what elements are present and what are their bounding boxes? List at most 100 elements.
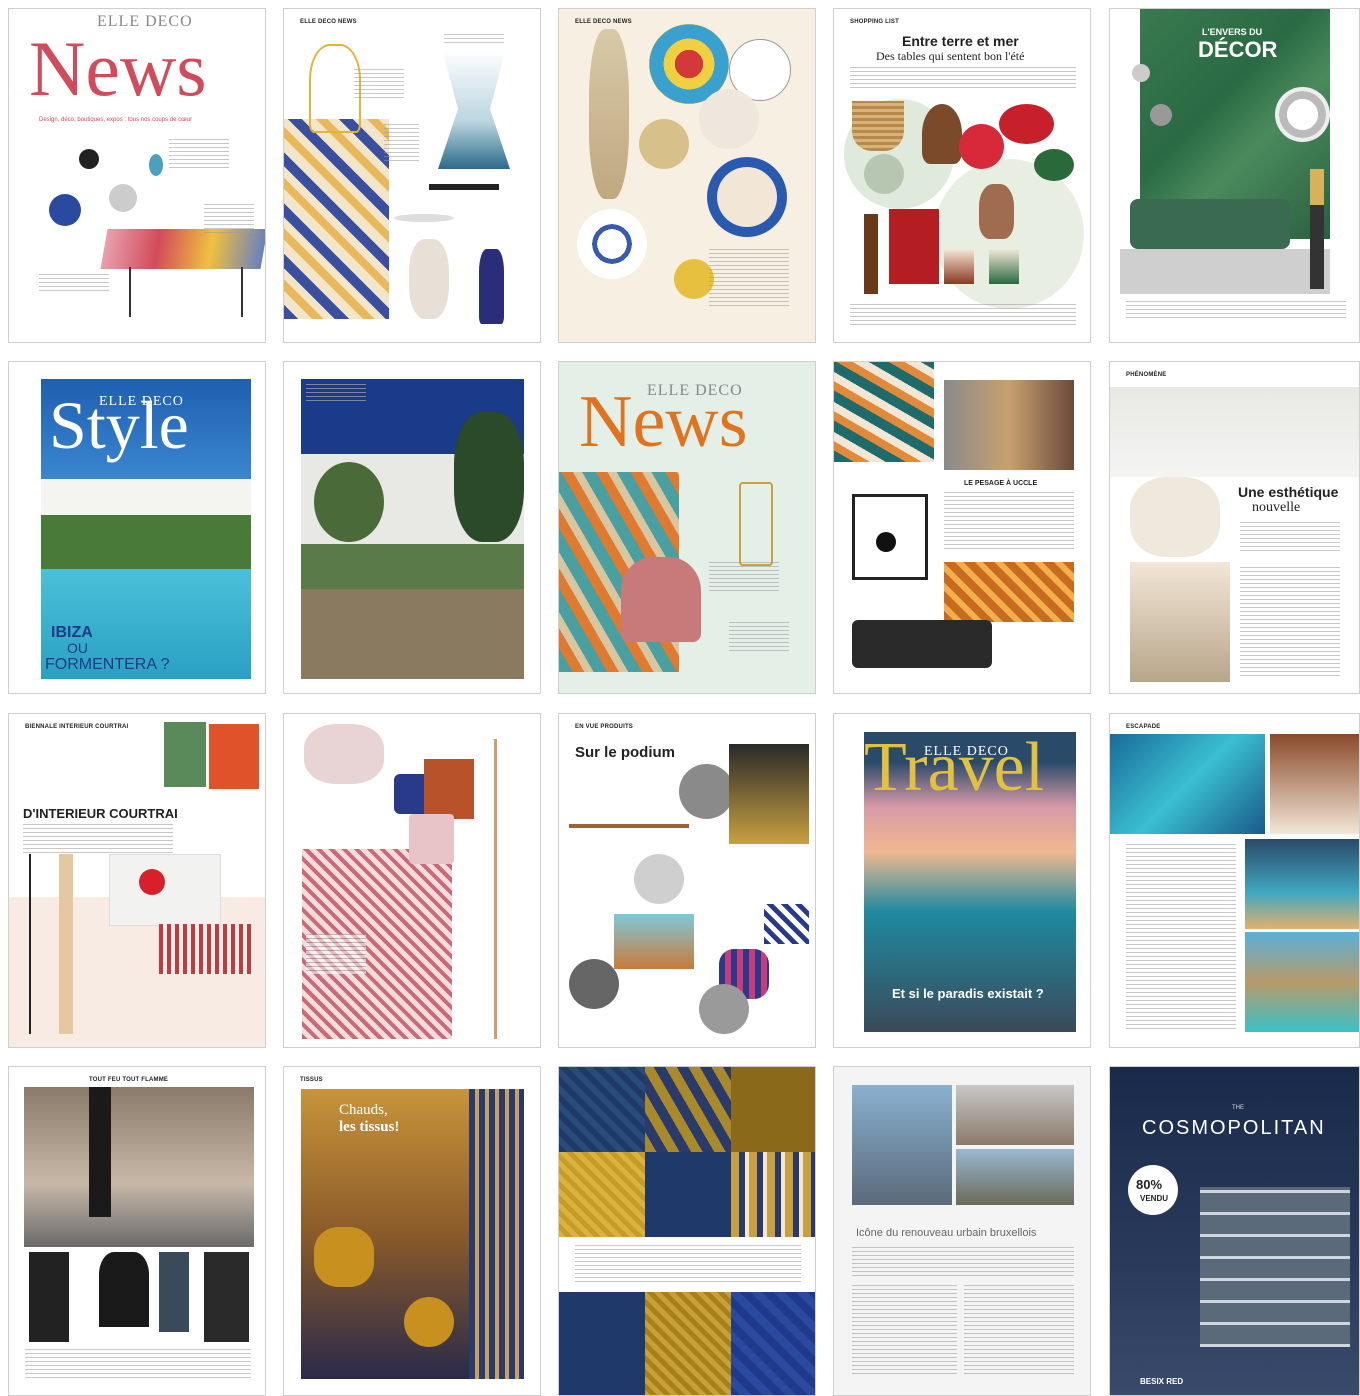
page-title: DÉCOR [1198,37,1278,62]
page-thumbnail-travel-cover[interactable]: ELLE DECO Travel Et si le paradis exista… [833,713,1091,1048]
text-block [25,1349,251,1379]
text-block [1240,567,1340,677]
glass-image [944,249,974,284]
text-block [852,1285,957,1375]
vase-image [479,249,504,324]
text-block [1126,844,1236,1029]
pendant-lamp-image [49,194,81,226]
plate-image [674,259,714,299]
page-thumbnail-envers-du-decor[interactable]: L'ENVERS DU DÉCOR [1109,8,1360,343]
stove-image [204,1252,249,1342]
page-title: Chauds, [339,1102,388,1118]
section-label: ELLE DECO NEWS [575,19,632,25]
section-label: TISSUS [300,1077,323,1083]
page-thumbnail-style-cover[interactable]: ELLE DECO Style IBIZA OU FORMENTERA ? [8,361,266,694]
page-thumbnail-icone-urbain[interactable]: Icône du renouveau urbain bruxellois [833,1066,1091,1396]
view-photo [956,1149,1074,1205]
box-image [424,759,474,819]
glass-image [989,249,1019,284]
page-thumbnail-news-3[interactable]: ELLE DECO NEWS [558,8,816,343]
page-title: News [579,381,748,463]
page-thumbnail-biennale[interactable]: BIENNALE INTERIEUR COURTRAI D'INTERIEUR … [8,713,266,1048]
text-block [709,562,779,592]
cover-line-3: FORMENTERA ? [45,656,170,673]
bedroom-photo [1270,734,1359,834]
designer-portrait [569,959,619,1009]
vase-image [979,184,1014,239]
page-thumbnail-fabric-swatches[interactable] [558,1066,816,1396]
floor-lamp-image [494,739,497,1039]
page-title: Sur le podium [575,744,676,761]
villa-photo [1245,932,1359,1032]
armchair-image [1130,477,1220,557]
page-title: Travel [864,729,1045,806]
wallpaper-image [834,362,934,462]
page-thumbnail-news-2[interactable]: ELLE DECO NEWS [283,8,541,343]
swatch-gold-lattice [559,1152,645,1237]
stool-image [409,814,454,864]
section-label: ELLE DECO NEWS [300,19,357,25]
page-thumbnail-pink-objects[interactable] [283,713,541,1048]
page-title: COSMOPOLITAN [1142,1117,1326,1139]
page-thumbnail-tissus[interactable]: TISSUS Chauds, les tissus! [283,1066,541,1396]
page-thumbnail-pesage[interactable]: LE PESAGE À UCCLE [833,361,1091,694]
portrait-painting [164,722,206,787]
living-room-photo [24,1087,254,1247]
page-title: D'INTERIEUR COURTRAI [23,806,178,821]
tomato-bowl-image [999,104,1054,144]
lighting-photo [1130,562,1230,682]
footer-brand: BESIX RED [1140,1377,1184,1386]
swatch-hexagon [731,1152,815,1237]
vase-image [409,239,449,319]
red-dot [139,869,165,895]
text-block [306,934,366,974]
sculpture-image [589,29,629,199]
page-thumbnail-podium[interactable]: EN VUE PRODUITS Sur le podium [558,713,816,1048]
pendant-lamp-image [1150,104,1172,126]
pouf-image [404,1297,454,1347]
pattern-image [764,904,809,944]
lamp-shade-image [876,532,896,552]
page-title-2: nouvelle [1252,500,1301,515]
section-label: TOUT FEU TOUT FLAMME [89,1077,169,1083]
text-block [204,204,254,234]
armchair-image [621,557,701,642]
page-title-2: les tissus! [339,1119,400,1135]
designer-portrait [679,764,734,819]
page-thumbnail-villa-photo[interactable] [283,361,541,694]
pendant-lamp-image [1132,64,1150,82]
orange-painting [209,724,259,789]
tree-image [454,412,524,542]
floor-lamp-image [1310,169,1324,289]
page-thumbnail-cosmopolitan-ad[interactable]: THE COSMOPOLITAN 80% VENDU BESIX RED [1109,1066,1360,1396]
pendant-lamp-image [109,184,137,212]
page-thumbnail-shopping-list[interactable]: SHOPPING LIST Entre terre et mer Des tab… [833,8,1091,343]
section-label: EN VUE PRODUITS [575,724,634,730]
page-thumbnail-news-4[interactable]: ELLE DECO News [558,361,816,694]
swatch-navy-bottom [559,1292,645,1395]
text-block [354,69,404,99]
designer-portrait [699,984,749,1034]
mirror-image [1275,87,1330,142]
page-subtitle: Des tables qui sentent bon l'été [876,49,1025,63]
pendant-lamp-image [79,149,99,169]
cutting-board-image [922,104,962,164]
swatch-diamond [731,1292,815,1395]
table-image [100,229,265,269]
architects-photo [944,380,1074,470]
chairs-photo [1110,387,1359,477]
pool-photo [1245,839,1359,929]
page-thumbnail-escapade[interactable]: ESCAPADE [1109,713,1360,1048]
stove-image [99,1252,149,1327]
magazine-rack-image [614,914,694,969]
cloud-image [304,724,384,784]
sold-percent: 80% [1136,1177,1163,1192]
swatch-navy-plain [645,1152,731,1237]
sofa-image [852,620,992,668]
text-block [23,824,173,854]
cover-line-2: OU [67,640,88,656]
page-thumbnail-tout-feu[interactable]: TOUT FEU TOUT FLAMME [8,1066,266,1396]
pendant-light-image [438,49,510,169]
page-thumbnail-phenomene[interactable]: PHÉNOMÈNE Une esthétique nouvelle [1109,361,1360,694]
page-thumbnail-news-1[interactable]: ELLE DECO News Design, déco, boutiques, … [8,8,266,343]
